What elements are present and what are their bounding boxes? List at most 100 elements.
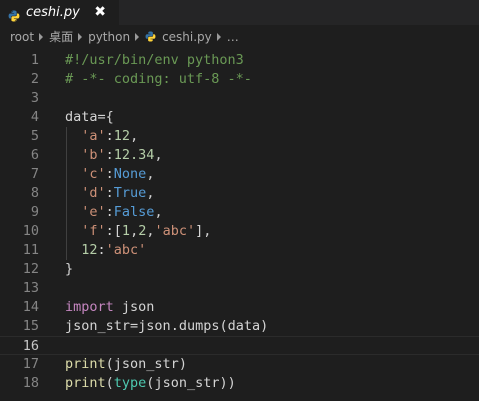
code-token: 'a' xyxy=(81,128,106,144)
code-line[interactable]: 16 xyxy=(0,336,479,355)
code-token: json xyxy=(113,299,155,315)
line-number: 13 xyxy=(22,280,39,296)
code-line[interactable]: 5 'a':12, xyxy=(0,127,479,146)
chevron-right-icon xyxy=(78,32,83,41)
code-text: data={ xyxy=(65,108,114,127)
code-token: type xyxy=(113,375,147,391)
line-number: 16 xyxy=(22,338,39,354)
line-number: 15 xyxy=(22,318,39,334)
editor-window: ceshi.py ✖ root 桌面 python ceshi.py … 1 #… xyxy=(0,0,479,401)
code-token: import xyxy=(65,299,114,315)
code-token: dumps xyxy=(178,318,220,334)
code-token: ( xyxy=(105,356,114,372)
line-number: 7 xyxy=(30,166,39,182)
breadcrumb-item-more[interactable]: … xyxy=(227,30,239,44)
code-token: = xyxy=(130,318,139,334)
code-token: , xyxy=(146,185,155,201)
code-token: # -*- coding: utf-8 -*- xyxy=(65,71,252,87)
python-file-icon xyxy=(145,31,156,42)
code-token: 'abc' xyxy=(105,242,147,258)
code-text: 'a':12, xyxy=(65,127,138,146)
code-token: 'e' xyxy=(81,204,106,220)
code-text: print(json_str) xyxy=(65,355,187,374)
code-text: # -*- coding: utf-8 -*- xyxy=(65,70,252,89)
code-token: , xyxy=(130,128,139,144)
tab-label: ceshi.py xyxy=(26,5,80,20)
code-token: , xyxy=(154,204,163,220)
code-line[interactable]: 8 'd':True, xyxy=(0,184,479,203)
line-number: 8 xyxy=(30,185,39,201)
code-line[interactable]: 3 xyxy=(0,89,479,108)
breadcrumb-label: 桌面 xyxy=(49,30,74,44)
code-token: #!/usr/bin/env python3 xyxy=(65,52,244,68)
code-token: 'f' xyxy=(81,223,106,239)
code-token: json xyxy=(138,318,171,334)
breadcrumb-item-desktop[interactable]: 桌面 xyxy=(49,28,73,45)
code-line[interactable]: 1 #!/usr/bin/env python3 xyxy=(0,51,479,70)
code-line[interactable]: 9 'e':False, xyxy=(0,203,479,222)
code-line[interactable]: 15 json_str=json.dumps(data) xyxy=(0,317,479,336)
code-line[interactable]: 11 12:'abc' xyxy=(0,241,479,260)
code-text: #!/usr/bin/env python3 xyxy=(65,51,244,70)
code-token: : xyxy=(105,185,114,201)
breadcrumb-item-root[interactable]: root xyxy=(10,30,34,44)
code-token: : xyxy=(105,147,114,163)
code-token: json_str xyxy=(65,318,131,334)
line-number: 10 xyxy=(22,223,39,239)
code-line[interactable]: 10 'f':[1,2,'abc'], xyxy=(0,222,479,241)
line-number: 3 xyxy=(30,90,39,106)
line-number: 12 xyxy=(22,261,39,277)
code-token: ={ xyxy=(97,109,114,125)
line-number: 17 xyxy=(22,356,39,372)
code-line[interactable]: 13 xyxy=(0,279,479,298)
code-token: ) xyxy=(178,356,187,372)
code-token: 'c' xyxy=(81,166,106,182)
code-token: } xyxy=(65,261,74,277)
code-token: ) xyxy=(260,318,269,334)
line-number: 14 xyxy=(22,299,39,315)
code-token: 12 xyxy=(113,128,131,144)
code-line[interactable]: 18 print(type(json_str)) xyxy=(0,374,479,393)
code-text: } xyxy=(65,260,73,279)
code-token: print xyxy=(65,356,106,372)
code-text: 'd':True, xyxy=(65,184,154,203)
breadcrumb-label: ceshi.py xyxy=(162,29,212,44)
breadcrumb-label: … xyxy=(226,29,239,44)
code-line[interactable]: 4 data={ xyxy=(0,108,479,127)
code-line[interactable]: 2 # -*- coding: utf-8 -*- xyxy=(0,70,479,89)
code-line[interactable]: 17 print(json_str) xyxy=(0,355,479,374)
code-line[interactable]: 6 'b':12.34, xyxy=(0,146,479,165)
code-editor[interactable]: 1 #!/usr/bin/env python3 2 # -*- coding: ut… xyxy=(0,48,479,401)
line-number: 11 xyxy=(22,242,39,258)
code-text: 'e':False, xyxy=(65,203,163,222)
tab-ceshi-py[interactable]: ceshi.py ✖ xyxy=(0,0,119,25)
code-token: , xyxy=(146,166,155,182)
code-text: 'f':[1,2,'abc'], xyxy=(65,222,211,241)
code-token: , xyxy=(130,223,139,239)
code-line[interactable]: 7 'c':None, xyxy=(0,165,479,184)
code-token: data xyxy=(227,318,261,334)
code-line[interactable]: 14 import json xyxy=(0,298,479,317)
line-number: 5 xyxy=(30,128,39,144)
code-token: ( xyxy=(105,375,114,391)
breadcrumb-item-python[interactable]: python xyxy=(88,30,130,44)
code-token: ], xyxy=(195,223,212,239)
code-line[interactable]: 12} xyxy=(0,260,479,279)
code-token: json_str xyxy=(154,375,220,391)
code-token: . xyxy=(170,318,179,334)
code-token: print xyxy=(65,375,106,391)
code-token: : xyxy=(105,128,114,144)
breadcrumb-label: python xyxy=(88,29,131,44)
code-text: import json xyxy=(65,298,154,317)
breadcrumb-item-file[interactable]: ceshi.py xyxy=(145,30,212,44)
close-icon[interactable]: ✖ xyxy=(94,3,106,21)
code-token: , xyxy=(154,147,163,163)
code-token: 'd' xyxy=(81,185,106,201)
code-token: json_str xyxy=(113,356,179,372)
